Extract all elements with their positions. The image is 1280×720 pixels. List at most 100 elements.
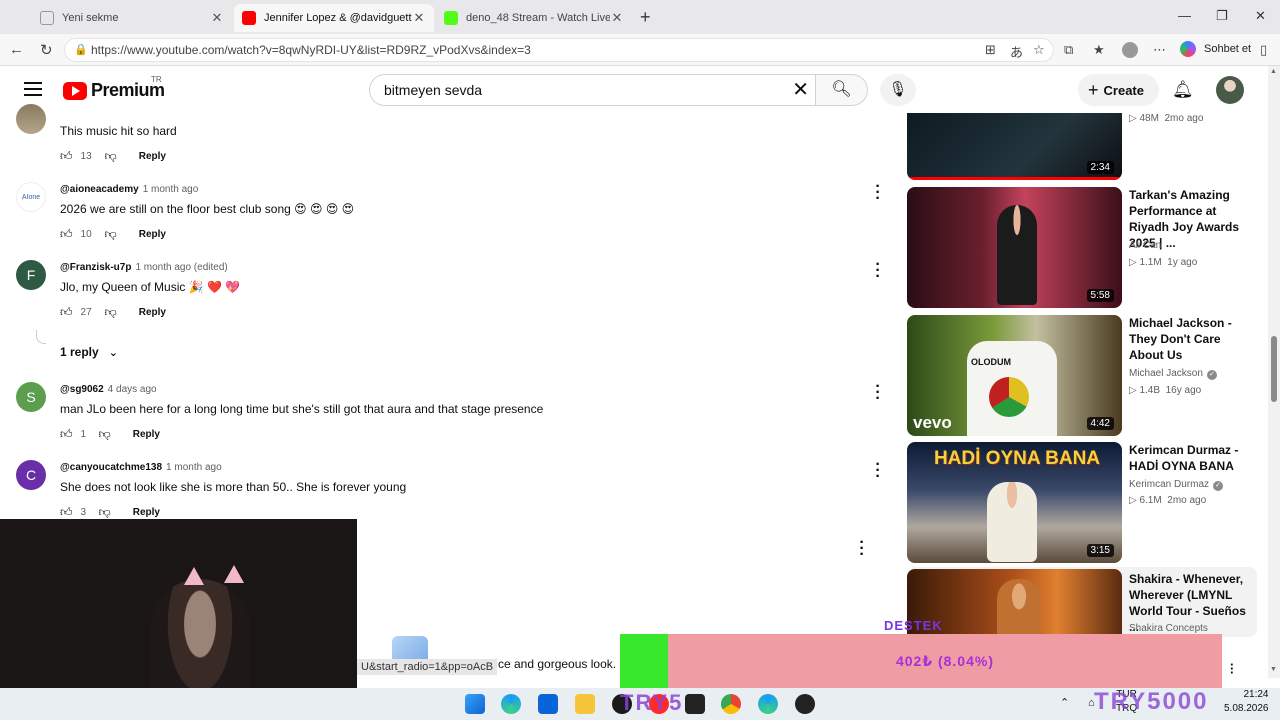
video-title[interactable]: Michael Jackson - They Don't Care About … (1129, 315, 1255, 363)
translate-icon[interactable]: あ (1010, 42, 1023, 61)
more-icon[interactable]: ⋯ (1153, 42, 1166, 58)
video-channel[interactable]: Shakira Concepts (1129, 623, 1208, 634)
comment-text: Jlo, my Queen of Music 🎉 ❤️ 💖 (60, 280, 241, 294)
scroll-down-icon[interactable]: ▼ (1270, 666, 1277, 673)
dislike-icon[interactable]: 👎︎ (99, 427, 111, 442)
reply-button[interactable]: Reply (139, 307, 166, 318)
clear-search-icon[interactable]: ✕ (792, 75, 809, 105)
video-menu-icon[interactable]: · · · (1230, 658, 1234, 679)
reply-button[interactable]: Reply (133, 429, 160, 440)
close-icon[interactable]: ✕ (610, 10, 624, 26)
voice-search-button[interactable]: 🎙︎ (880, 74, 916, 106)
reload-icon[interactable]: ↻ (40, 41, 53, 59)
profile-icon[interactable] (1122, 42, 1138, 58)
new-tab-icon[interactable]: + (640, 7, 651, 28)
edge-icon[interactable] (758, 694, 778, 714)
system-clock[interactable]: 21:24 5.08.2026 (1224, 688, 1269, 716)
favorite-star-icon[interactable]: ☆ (1033, 42, 1045, 58)
clock-time: 21:24 (1243, 689, 1269, 700)
comment-time[interactable]: 1 month ago (143, 184, 199, 195)
video-thumbnail[interactable]: 2:34 (907, 113, 1122, 180)
search-input[interactable]: bitmeyen sevda ✕ (369, 74, 816, 106)
related-video[interactable]: 5:58 Tarkan's Amazing Performance at Riy… (907, 187, 1257, 309)
tab-kick-stream[interactable]: deno_48 Stream - Watch Live on K ✕ (436, 4, 632, 32)
tab-new-tab[interactable]: Yeni sekme ✕ (32, 4, 232, 32)
like-icon[interactable]: 👍︎ (60, 305, 73, 320)
view-replies-button[interactable]: 1 reply ⌄ (60, 345, 118, 359)
tray-chevron-icon[interactable]: ⌃ (1060, 696, 1069, 709)
comment-author[interactable]: @Franzisk-u7p (60, 262, 131, 273)
like-icon[interactable]: 👍︎ (60, 427, 73, 442)
related-video[interactable]: HADİ OYNA BANA 3:15 Kerimcan Durmaz - HA… (907, 442, 1257, 564)
video-channel[interactable]: Michael Jackson ✓ (1129, 368, 1217, 380)
comment-author[interactable]: @aioneacademy (60, 184, 139, 195)
video-thumbnail[interactable]: 5:58 (907, 187, 1122, 308)
like-icon[interactable]: 👍︎ (60, 149, 73, 164)
commenter-avatar[interactable]: C (16, 460, 46, 490)
video-channel[interactable]: Kerimcan Durmaz ✓ (1129, 479, 1224, 491)
sidebar-toggle-icon[interactable]: ▯ (1260, 42, 1267, 58)
commenter-avatar[interactable]: AIone (16, 182, 46, 212)
close-icon[interactable]: ✕ (210, 10, 224, 26)
video-thumbnail[interactable]: HADİ OYNA BANA 3:15 (907, 442, 1122, 563)
dislike-icon[interactable]: 👎︎ (105, 149, 117, 164)
windows-start-icon[interactable] (465, 694, 485, 714)
video-channel[interactable]: Ali Can (1129, 240, 1161, 251)
scroll-up-icon[interactable]: ▲ (1270, 68, 1277, 75)
edge-icon[interactable] (501, 694, 521, 714)
related-video[interactable]: 2:34 ▷ 48M 2mo ago (907, 113, 1257, 181)
minimize-icon[interactable]: — (1178, 8, 1191, 23)
store-icon[interactable] (538, 694, 558, 714)
capture-icon[interactable] (685, 694, 705, 714)
related-video[interactable]: OLODUM vevo 4:42 Michael Jackson - They … (907, 315, 1257, 437)
comment-time[interactable]: 1 month ago (166, 462, 222, 473)
comment-menu-icon[interactable]: · · · (874, 179, 882, 207)
dislike-icon[interactable]: 👎︎ (99, 505, 111, 520)
commenter-avatar[interactable]: S (16, 382, 46, 412)
close-window-icon[interactable]: ✕ (1255, 8, 1266, 24)
like-icon[interactable]: 👍︎ (60, 505, 73, 520)
account-avatar[interactable] (1216, 76, 1244, 104)
comment-time[interactable]: 1 month ago (edited) (135, 262, 227, 273)
back-icon[interactable]: ← (9, 41, 24, 58)
extension-icon[interactable]: ⧉ (1064, 42, 1073, 58)
reply-button[interactable]: Reply (133, 507, 160, 518)
notifications-bell-icon[interactable]: 🔔︎ (1172, 80, 1194, 100)
commenter-avatar[interactable] (16, 104, 46, 134)
close-icon[interactable]: ✕ (412, 10, 426, 26)
copilot-button[interactable]: Sohbet et (1180, 41, 1251, 57)
url-field[interactable]: 🔒 https://www.youtube.com/watch?v=8qwNyR… (64, 38, 1054, 62)
youtube-premium-logo[interactable]: Premium TR (63, 75, 165, 101)
partial-comment-text: ce and gorgeous look. (498, 657, 617, 671)
video-title[interactable]: Kerimcan Durmaz - HADİ OYNA BANA (1129, 442, 1255, 474)
create-button[interactable]: + Create (1078, 74, 1159, 106)
page-scrollbar[interactable]: ▲ ▼ (1268, 66, 1280, 678)
related-video-hovered[interactable]: Shakira - Whenever, Wherever (LMYNL Worl… (907, 567, 1257, 637)
scroll-thumb[interactable] (1271, 336, 1277, 402)
hamburger-menu-icon[interactable] (24, 82, 42, 96)
favorites-icon[interactable]: ★ (1093, 42, 1105, 58)
app-icon[interactable]: ⊞ (985, 42, 996, 58)
comment-author[interactable]: @canyoucatchme138 (60, 462, 162, 473)
search-button[interactable]: 🔍︎ (816, 74, 868, 106)
chrome-icon[interactable] (721, 694, 741, 714)
reply-button[interactable]: Reply (139, 229, 166, 240)
commenter-avatar[interactable]: F (16, 260, 46, 290)
video-duration: 2:34 (1086, 161, 1114, 174)
copilot-label: Sohbet et (1204, 43, 1252, 55)
dislike-icon[interactable]: 👎︎ (105, 305, 117, 320)
comment-menu-icon[interactable]: · · · (874, 457, 882, 485)
like-icon[interactable]: 👍︎ (60, 227, 73, 242)
dislike-icon[interactable]: 👎︎ (105, 227, 117, 242)
comment-menu-icon[interactable]: · · · (874, 257, 882, 285)
comment-menu-icon[interactable]: · · · (874, 379, 882, 407)
comment-menu-icon[interactable]: · · · (858, 535, 866, 563)
tab-youtube[interactable]: Jennifer Lopez & @davidguetta - I ✕ (234, 4, 434, 32)
comment-author[interactable]: @sg9062 (60, 384, 104, 395)
video-thumbnail[interactable]: OLODUM vevo 4:42 (907, 315, 1122, 436)
reply-button[interactable]: Reply (139, 151, 166, 162)
comment-time[interactable]: 4 days ago (108, 384, 157, 395)
maximize-icon[interactable]: ❐ (1216, 8, 1228, 24)
file-explorer-icon[interactable] (575, 694, 595, 714)
steam-icon[interactable] (795, 694, 815, 714)
